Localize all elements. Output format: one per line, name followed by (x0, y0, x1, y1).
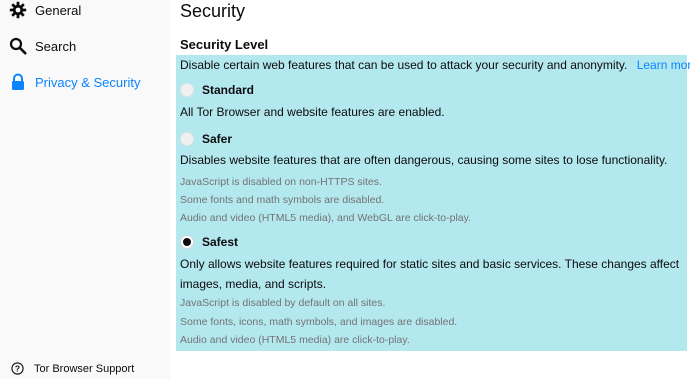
option-standard[interactable]: Standard (180, 83, 254, 97)
option-note: Audio and video (HTML5 media) are click-… (180, 334, 410, 346)
main-content: Security Security Level Disable certain … (176, 0, 690, 379)
page-title: Security (180, 1, 246, 21)
option-name: Safer (202, 132, 233, 146)
option-note: Some fonts and math symbols are disabled… (180, 194, 385, 206)
option-name: Standard (202, 83, 255, 97)
radio-safest[interactable] (180, 235, 194, 249)
radio-safer[interactable] (180, 132, 194, 146)
support-label: Tor Browser Support (34, 362, 135, 375)
option-note: JavaScript is disabled on non-HTTPS site… (180, 176, 382, 188)
sidebar: General Search Privacy & Security ? Tor … (0, 0, 170, 379)
option-note: Audio and video (HTML5 media), and WebGL… (180, 212, 472, 224)
option-description: images, media, and scripts. (180, 277, 327, 291)
svg-text:?: ? (15, 363, 20, 373)
security-level-panel: Disable certain web features that can be… (176, 55, 690, 351)
option-safer[interactable]: Safer (180, 132, 232, 146)
sidebar-item-label: Privacy & Security (35, 74, 141, 90)
radio-standard[interactable] (180, 83, 194, 97)
lock-icon (8, 72, 28, 92)
help-icon: ? (11, 362, 24, 375)
option-note: JavaScript is disabled by default on all… (180, 297, 386, 309)
option-description: Disables website features that are often… (180, 153, 668, 167)
learn-more-link[interactable]: Learn more (637, 58, 690, 72)
intro-text: Disable certain web features that can be… (180, 58, 628, 72)
sidebar-item-privacy-security[interactable]: Privacy & Security (8, 69, 140, 95)
sidebar-item-label: Search (35, 38, 77, 54)
security-intro: Disable certain web features that can be… (180, 58, 690, 72)
option-name: Safest (202, 235, 239, 249)
sidebar-item-search[interactable]: Search (8, 33, 76, 59)
option-note: Some fonts, icons, math symbols, and ima… (180, 316, 458, 328)
sidebar-item-general[interactable]: General (8, 0, 81, 23)
option-description: Only allows website features required fo… (180, 257, 680, 271)
search-icon (8, 36, 28, 56)
option-safest[interactable]: Safest (180, 235, 238, 249)
section-title: Security Level (180, 37, 269, 52)
sidebar-item-label: General (35, 2, 82, 18)
option-description: All Tor Browser and website features are… (180, 105, 445, 119)
gear-icon (8, 0, 28, 20)
support-link[interactable]: ? Tor Browser Support (11, 362, 134, 375)
